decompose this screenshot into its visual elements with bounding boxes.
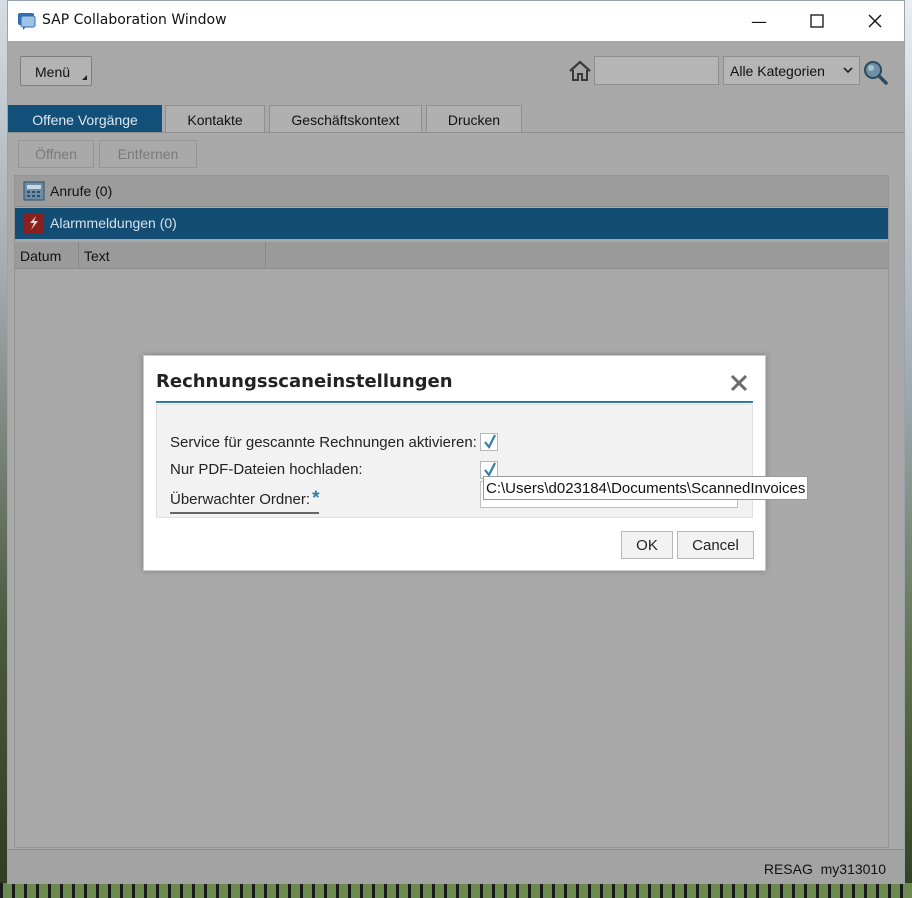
watched-folder-label: Überwachter Ordner: * bbox=[170, 488, 320, 514]
dialog-title-rule bbox=[156, 401, 753, 403]
remove-button[interactable]: Entfernen bbox=[99, 140, 197, 168]
chevron-down-icon bbox=[843, 63, 853, 77]
category-select-value: Alle Kategorien bbox=[730, 63, 825, 79]
phone-icon bbox=[23, 181, 45, 201]
search-icon[interactable] bbox=[862, 59, 888, 85]
category-label-alarms: Alarmmeldungen (0) bbox=[50, 215, 177, 231]
invoice-scan-settings-dialog: Rechnungsscaneinstellungen Service für g… bbox=[143, 355, 809, 571]
tab-bar: Offene Vorgänge Kontakte Geschäftskontex… bbox=[8, 105, 904, 133]
dialog-title: Rechnungsscaneinstellungen bbox=[156, 371, 453, 392]
table-header: Datum Text bbox=[15, 242, 888, 269]
required-marker: * bbox=[312, 488, 320, 509]
menu-button-label: Menü bbox=[35, 64, 71, 80]
desktop-background-left bbox=[0, 0, 7, 898]
ok-button[interactable]: OK bbox=[621, 531, 673, 559]
alarm-icon bbox=[23, 213, 45, 233]
desktop-background-bottom bbox=[0, 883, 912, 898]
service-checkbox[interactable] bbox=[480, 433, 498, 451]
maximize-button[interactable] bbox=[788, 1, 846, 41]
tab-offene-vorgaenge[interactable]: Offene Vorgänge bbox=[8, 105, 162, 133]
column-header-text[interactable]: Text bbox=[79, 242, 266, 269]
watched-folder-input[interactable]: C:\Users\d023184\Documents\ScannedInvoic… bbox=[483, 476, 809, 500]
service-label: Service für gescannte Rechnungen aktivie… bbox=[170, 434, 477, 451]
status-text: RESAG my313010 bbox=[763, 861, 886, 877]
close-window-button[interactable] bbox=[846, 1, 904, 41]
open-button[interactable]: Öffnen bbox=[18, 140, 94, 168]
search-input[interactable] bbox=[594, 56, 719, 85]
title-bar[interactable]: SAP Collaboration Window — bbox=[8, 1, 904, 41]
category-row-calls[interactable]: Anrufe (0) bbox=[15, 176, 888, 207]
menu-button[interactable]: Menü bbox=[20, 56, 92, 86]
category-select[interactable]: Alle Kategorien bbox=[723, 56, 860, 85]
category-row-alarms[interactable]: Alarmmeldungen (0) bbox=[15, 208, 888, 239]
action-bar: Öffnen Entfernen bbox=[8, 133, 904, 173]
status-bar: RESAG my313010 bbox=[8, 849, 904, 884]
checkmark-icon bbox=[484, 434, 496, 450]
cancel-button[interactable]: Cancel bbox=[677, 531, 754, 559]
column-header-datum[interactable]: Datum bbox=[15, 242, 79, 269]
tab-geschaeftskontext[interactable]: Geschäftskontext bbox=[269, 105, 422, 133]
window-title: SAP Collaboration Window bbox=[42, 12, 227, 28]
watched-folder-label-text: Überwachter Ordner: bbox=[170, 491, 311, 508]
category-label-calls: Anrufe (0) bbox=[50, 183, 113, 199]
close-icon[interactable] bbox=[729, 373, 749, 393]
tab-kontakte[interactable]: Kontakte bbox=[165, 105, 265, 133]
minimize-button[interactable]: — bbox=[730, 1, 788, 41]
home-icon[interactable] bbox=[568, 60, 592, 82]
tab-drucken[interactable]: Drucken bbox=[426, 105, 522, 133]
app-icon bbox=[17, 11, 37, 31]
pdf-only-label: Nur PDF-Dateien hochladen: bbox=[170, 461, 363, 478]
main-toolbar: Menü Alle Kategorien bbox=[8, 41, 904, 105]
dialog-form: Service für gescannte Rechnungen aktivie… bbox=[156, 404, 753, 518]
dropdown-corner-icon bbox=[82, 75, 87, 80]
